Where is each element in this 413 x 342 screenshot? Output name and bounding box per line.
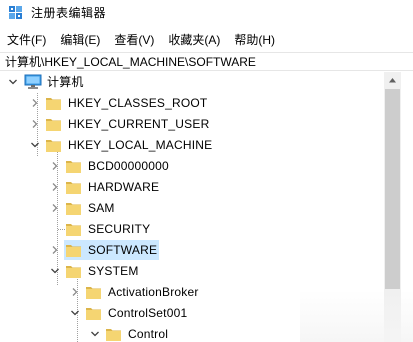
tree-item-label: HKEY_LOCAL_MACHINE xyxy=(68,138,213,152)
folder-icon xyxy=(66,224,81,236)
menu-edit[interactable]: 编辑(E) xyxy=(60,31,100,49)
chevron-right-icon[interactable] xyxy=(50,245,60,255)
address-path[interactable]: 计算机\HKEY_LOCAL_MACHINE\SOFTWARE xyxy=(5,54,256,70)
scrollbar-thumb[interactable] xyxy=(385,89,400,289)
chevron-right-icon[interactable] xyxy=(70,287,80,297)
folder-icon xyxy=(66,203,81,215)
tree-item-hkey-classes-root[interactable]: HKEY_CLASSES_ROOT xyxy=(0,93,383,114)
tree-item-label: ActivationBroker xyxy=(108,285,199,299)
tree-item-label: BCD00000000 xyxy=(88,159,169,173)
chevron-right-icon[interactable] xyxy=(50,203,60,213)
tree-item-label: HARDWARE xyxy=(88,180,160,194)
window-title: 注册表编辑器 xyxy=(31,6,107,20)
tree-item-hardware[interactable]: HARDWARE xyxy=(0,177,383,198)
chevron-down-icon[interactable] xyxy=(8,77,18,87)
tree-item-label: SOFTWARE xyxy=(88,243,158,257)
folder-icon xyxy=(46,119,61,131)
tree-item-label: SECURITY xyxy=(88,222,151,236)
tree-item-label: ControlSet001 xyxy=(108,306,188,320)
folder-icon xyxy=(86,287,101,299)
tree-item-bcd00000000[interactable]: BCD00000000 xyxy=(0,156,383,177)
scroll-up-arrow-icon[interactable] xyxy=(384,72,401,89)
registry-editor-icon xyxy=(9,6,22,19)
chevron-down-icon[interactable] xyxy=(90,329,100,339)
tree-item-computer[interactable]: 计算机 xyxy=(0,72,383,93)
chevron-down-icon[interactable] xyxy=(50,266,60,276)
tree-item-hkey-local-machine[interactable]: HKEY_LOCAL_MACHINE xyxy=(0,135,383,156)
tree-item-sam[interactable]: SAM xyxy=(0,198,383,219)
tree-item-label: HKEY_CLASSES_ROOT xyxy=(68,96,208,110)
folder-icon xyxy=(66,161,81,173)
tree-item-software[interactable]: SOFTWARE xyxy=(0,240,383,261)
chevron-right-icon[interactable] xyxy=(30,119,40,129)
title-bar: 注册表编辑器 xyxy=(0,0,413,26)
chevron-down-icon[interactable] xyxy=(30,140,40,150)
watermark-overlay xyxy=(300,290,413,342)
folder-icon xyxy=(66,182,81,194)
address-bar[interactable]: 计算机\HKEY_LOCAL_MACHINE\SOFTWARE xyxy=(0,52,413,71)
chevron-right-icon[interactable] xyxy=(30,98,40,108)
registry-editor-window: 注册表编辑器 文件(F) 编辑(E) 查看(V) 收藏夹(A) 帮助(H) 计算… xyxy=(0,0,413,342)
tree-item-label: SYSTEM xyxy=(88,264,139,278)
tree-item-system[interactable]: SYSTEM xyxy=(0,261,383,282)
folder-icon xyxy=(106,329,121,341)
folder-icon xyxy=(66,245,81,257)
tree-connector xyxy=(58,229,65,230)
menu-favorites[interactable]: 收藏夹(A) xyxy=(168,31,220,49)
folder-icon xyxy=(46,140,61,152)
menu-help[interactable]: 帮助(H) xyxy=(234,31,275,49)
tree-item-label: HKEY_CURRENT_USER xyxy=(68,117,210,131)
chevron-right-icon[interactable] xyxy=(50,182,60,192)
computer-icon xyxy=(24,74,42,89)
chevron-right-icon[interactable] xyxy=(50,161,60,171)
tree-item-hkey-current-user[interactable]: HKEY_CURRENT_USER xyxy=(0,114,383,135)
folder-icon xyxy=(86,308,101,320)
menu-file[interactable]: 文件(F) xyxy=(7,31,46,49)
tree-item-security[interactable]: SECURITY xyxy=(0,219,383,240)
tree-item-label: Control xyxy=(128,327,169,341)
folder-icon xyxy=(46,98,61,110)
tree-item-label: 计算机 xyxy=(47,75,84,89)
folder-icon xyxy=(66,266,81,278)
menu-bar: 文件(F) 编辑(E) 查看(V) 收藏夹(A) 帮助(H) xyxy=(0,30,413,50)
tree-item-label: SAM xyxy=(88,201,115,215)
chevron-down-icon[interactable] xyxy=(70,308,80,318)
menu-view[interactable]: 查看(V) xyxy=(114,31,154,49)
